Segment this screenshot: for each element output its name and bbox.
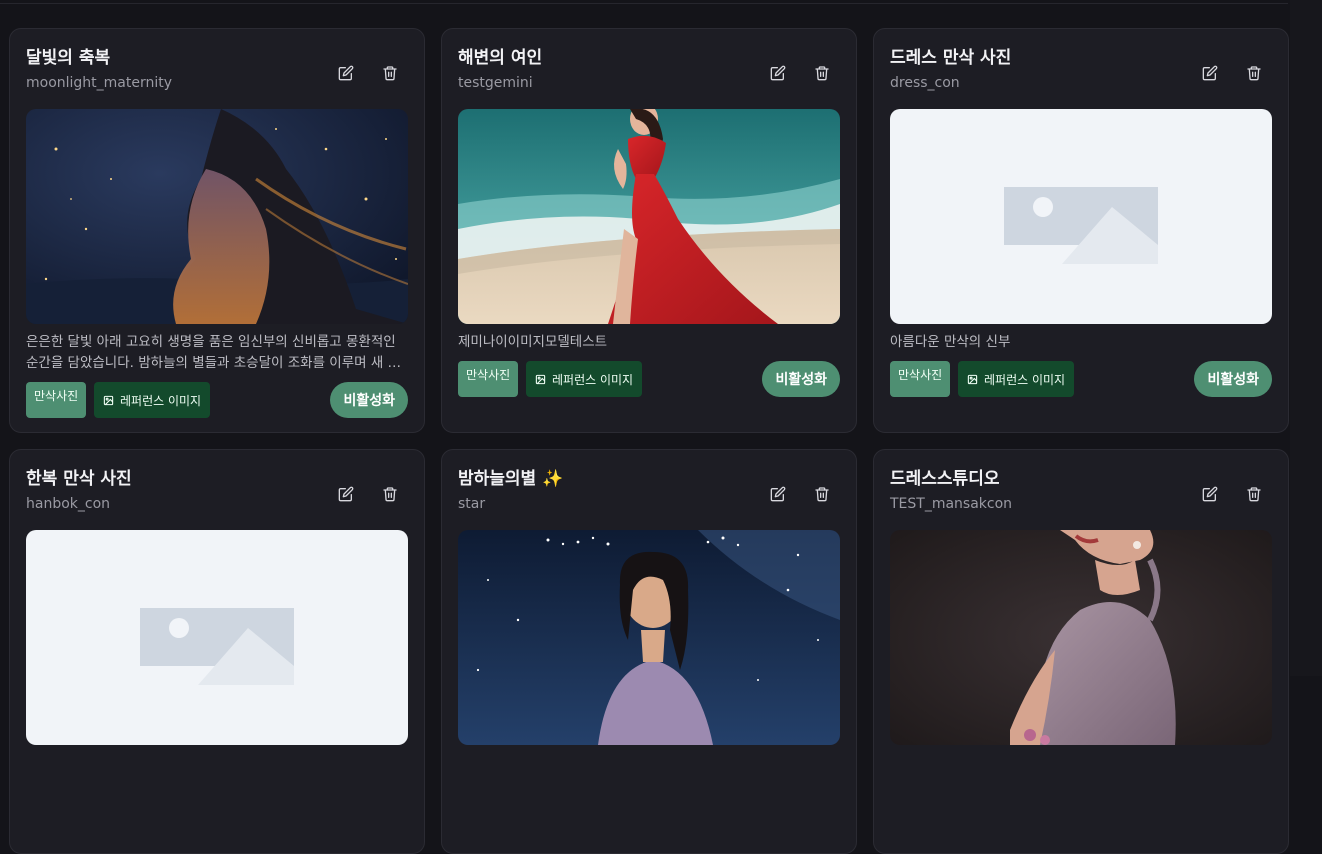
delete-button[interactable] xyxy=(1240,480,1268,508)
card-title: 밤하늘의별 ✨ xyxy=(458,469,564,489)
pencil-square-icon xyxy=(338,486,354,502)
concept-card-grid: 달빛의 축복 moonlight_maternity 은은한 달빛 아래 고요히… xyxy=(9,28,1289,854)
deactivate-button[interactable]: 비활성화 xyxy=(762,361,840,397)
reference-tag-label: 레퍼런스 이미지 xyxy=(552,372,634,387)
concept-image[interactable] xyxy=(458,530,840,745)
image-icon xyxy=(535,374,546,385)
trash-icon xyxy=(815,487,829,502)
pencil-square-icon xyxy=(338,65,354,81)
card-title: 한복 만삭 사진 xyxy=(26,469,132,489)
edit-button[interactable] xyxy=(332,480,360,508)
concept-card: 드레스스튜디오 TEST_mansakcon xyxy=(873,449,1289,854)
card-title: 드레스스튜디오 xyxy=(890,469,1000,489)
reference-tag-label: 레퍼런스 이미지 xyxy=(984,372,1066,387)
card-description: 은은한 달빛 아래 고요히 생명을 품은 임신부의 신비롭고 몽환적인 순간을 … xyxy=(26,334,400,371)
image-icon xyxy=(967,374,978,385)
delete-button[interactable] xyxy=(1240,59,1268,87)
edit-button[interactable] xyxy=(1196,59,1224,87)
category-tag: 만삭사진 xyxy=(890,361,951,397)
concept-image[interactable] xyxy=(458,109,840,324)
card-slug: star xyxy=(458,496,486,512)
pencil-square-icon xyxy=(770,65,786,81)
card-slug: hanbok_con xyxy=(26,496,111,512)
card-title: 드레스 만삭 사진 xyxy=(890,48,1012,68)
concept-card: 해변의 여인 testgemini 제미나이이미지모델테스트 만삭사진 레퍼런스… xyxy=(441,28,857,433)
card-title: 달빛의 축복 xyxy=(26,48,111,68)
delete-button[interactable] xyxy=(808,59,836,87)
reference-image-tag[interactable]: 레퍼런스 이미지 xyxy=(94,382,211,418)
edit-button[interactable] xyxy=(764,480,792,508)
reference-image-tag[interactable]: 레퍼런스 이미지 xyxy=(958,361,1075,397)
delete-button[interactable] xyxy=(376,480,404,508)
trash-icon xyxy=(383,487,397,502)
delete-button[interactable] xyxy=(808,480,836,508)
reference-tag-label: 레퍼런스 이미지 xyxy=(120,393,202,408)
card-title: 해변의 여인 xyxy=(458,48,543,68)
reference-image-tag[interactable]: 레퍼런스 이미지 xyxy=(526,361,643,397)
trash-icon xyxy=(815,66,829,81)
edit-button[interactable] xyxy=(1196,480,1224,508)
card-slug: moonlight_maternity xyxy=(26,75,173,91)
image-icon xyxy=(103,395,114,406)
card-slug: TEST_mansakcon xyxy=(890,496,1013,512)
category-tag: 만삭사진 xyxy=(458,361,519,397)
concept-card: 한복 만삭 사진 hanbok_con xyxy=(9,449,425,854)
delete-button[interactable] xyxy=(376,59,404,87)
concept-image[interactable] xyxy=(890,109,1272,324)
category-tag: 만삭사진 xyxy=(26,382,87,418)
edit-button[interactable] xyxy=(332,59,360,87)
concept-card: 드레스 만삭 사진 dress_con 아름다운 만삭의 신부 만삭사진 레퍼런… xyxy=(873,28,1289,433)
concept-card: 밤하늘의별 ✨ star xyxy=(441,449,857,854)
pencil-square-icon xyxy=(1202,486,1218,502)
pencil-square-icon xyxy=(1202,65,1218,81)
edit-button[interactable] xyxy=(764,59,792,87)
concept-card: 달빛의 축복 moonlight_maternity 은은한 달빛 아래 고요히… xyxy=(9,28,425,433)
card-description: 아름다운 만삭의 신부 xyxy=(890,334,1011,350)
trash-icon xyxy=(383,66,397,81)
concept-image[interactable] xyxy=(890,530,1272,745)
trash-icon xyxy=(1247,66,1261,81)
card-description: 제미나이이미지모델테스트 xyxy=(458,334,608,350)
deactivate-button[interactable]: 비활성화 xyxy=(330,382,408,418)
trash-icon xyxy=(1247,487,1261,502)
concept-image[interactable] xyxy=(26,109,408,324)
scroll-gutter xyxy=(1290,0,1322,676)
card-slug: testgemini xyxy=(458,75,533,91)
card-slug: dress_con xyxy=(890,75,960,91)
top-divider xyxy=(0,3,1288,4)
deactivate-button[interactable]: 비활성화 xyxy=(1194,361,1272,397)
concept-image[interactable] xyxy=(26,530,408,745)
pencil-square-icon xyxy=(770,486,786,502)
